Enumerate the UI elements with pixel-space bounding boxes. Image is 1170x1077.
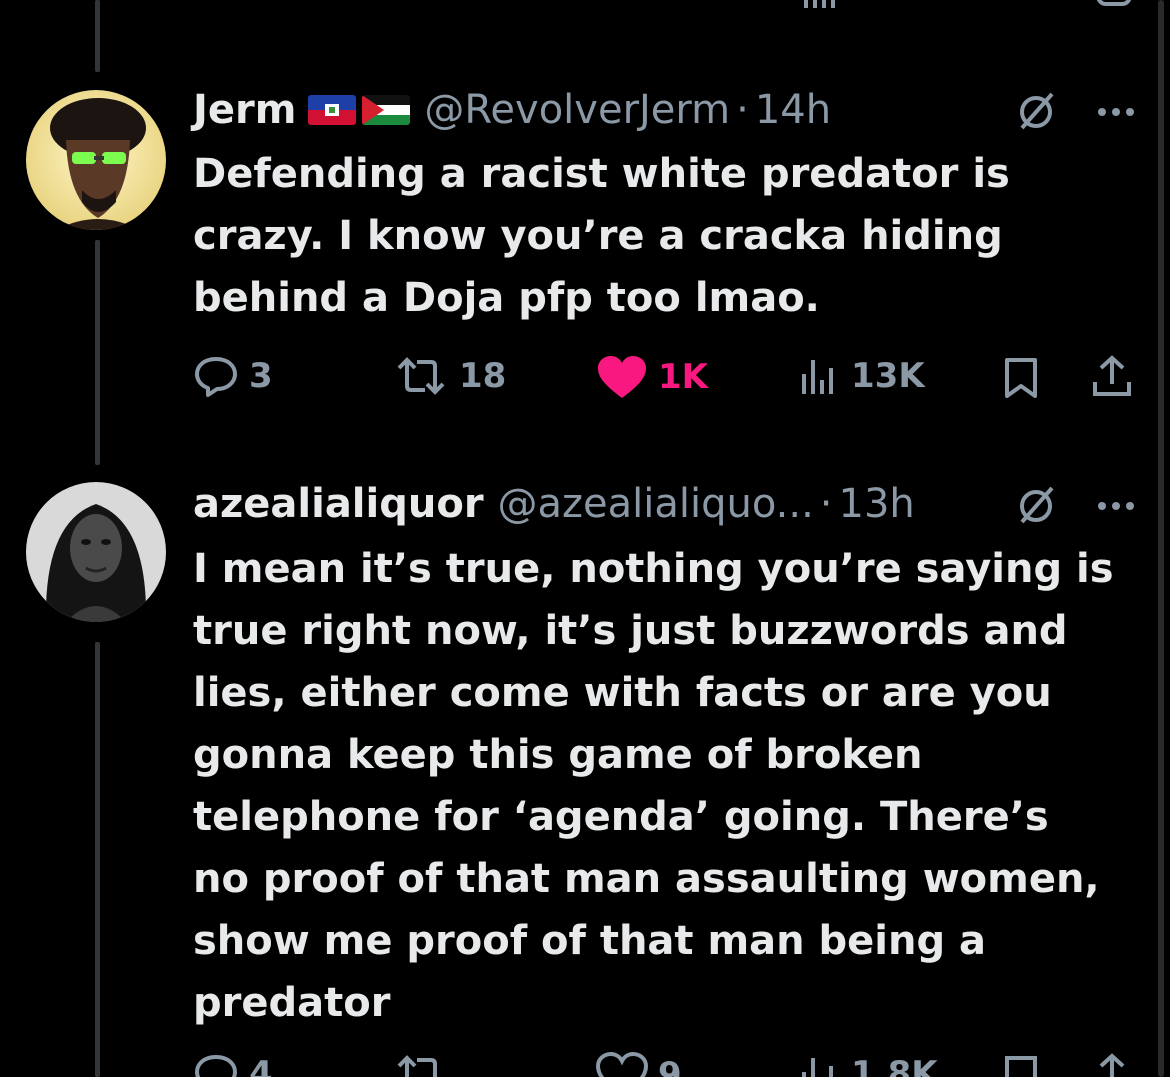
tweet-text-line: Defending a racist white predator is xyxy=(193,151,1010,197)
more-options-icon[interactable] xyxy=(1094,484,1138,528)
display-name[interactable]: Jerm xyxy=(193,87,296,133)
repost-icon xyxy=(397,357,445,395)
like-button[interactable]: 9 xyxy=(596,1052,682,1077)
tweet-text-line: no proof of that man assaulting women, xyxy=(193,856,1100,902)
tweet-header: Jerm @RevolverJerm · 14h xyxy=(193,80,831,140)
repost-button[interactable] xyxy=(393,1052,459,1077)
reply-button[interactable]: 3 xyxy=(193,354,273,398)
tweet-text-line: show me proof of that man being a xyxy=(193,918,987,964)
views-button[interactable]: 13K xyxy=(799,354,925,398)
repost-count: 18 xyxy=(459,356,507,396)
timestamp[interactable]: 14h xyxy=(755,87,831,133)
tweet-text: I mean it’s true, nothing you’re saying … xyxy=(193,538,1133,1034)
user-handle[interactable]: @azealialiquo... xyxy=(498,481,814,527)
views-icon xyxy=(802,360,833,394)
palestine-flag-icon xyxy=(362,95,411,125)
tweet-header: azealialiquor @azealialiquo... · 13h xyxy=(193,474,915,534)
like-button[interactable]: 1K xyxy=(596,354,708,400)
tweet[interactable]: Jerm @RevolverJerm · 14h Defending a rac… xyxy=(0,0,1170,470)
heart-icon xyxy=(596,1052,648,1077)
more-options-icon[interactable] xyxy=(1094,90,1138,134)
reply-count: 3 xyxy=(249,356,273,396)
view-count: 1.8K xyxy=(851,1054,938,1077)
heart-icon xyxy=(598,356,646,398)
haiti-flag-icon xyxy=(308,95,357,125)
grok-icon[interactable] xyxy=(1014,90,1058,134)
reply-icon xyxy=(194,1054,238,1077)
views-icon xyxy=(802,1058,833,1077)
user-handle[interactable]: @RevolverJerm xyxy=(424,87,730,133)
tweet-actions: 3 18 1K 13K xyxy=(193,348,1143,408)
tweet-text: Defending a racist white predator is cra… xyxy=(193,143,1133,329)
separator-dot: · xyxy=(819,481,833,527)
tweet-text-line: predator xyxy=(193,980,391,1026)
reply-count: 4 xyxy=(249,1054,273,1077)
separator-dot: · xyxy=(736,87,749,133)
avatar[interactable] xyxy=(26,482,166,622)
tweet-text-line: crazy. I know you’re a cracka hiding xyxy=(193,213,1003,259)
view-count: 13K xyxy=(851,356,925,396)
name-flags xyxy=(308,95,411,125)
timestamp[interactable]: 13h xyxy=(839,481,915,527)
tweet-text-line: I mean it’s true, nothing you’re saying … xyxy=(193,546,1114,592)
like-count: 9 xyxy=(658,1055,682,1077)
tweet-text-line: true right now, it’s just buzzwords and xyxy=(193,608,1068,654)
tweet-text-line: gonna keep this game of broken xyxy=(193,732,923,778)
tweet[interactable]: azealialiquor @azealialiquo... · 13h I m… xyxy=(0,470,1170,1077)
tweet-text-line: telephone for ‘agenda’ going. There’s xyxy=(193,794,1049,840)
tweet-text-line: lies, either come with facts or are you xyxy=(193,670,1052,716)
bookmark-icon[interactable] xyxy=(1001,356,1041,400)
share-icon[interactable] xyxy=(1089,354,1135,400)
tweet-text-line: behind a Doja pfp too lmao. xyxy=(193,275,820,321)
display-name[interactable]: azealialiquor xyxy=(193,481,484,527)
share-icon[interactable] xyxy=(1089,1052,1135,1077)
repost-button[interactable]: 18 xyxy=(393,354,506,398)
like-count: 1K xyxy=(658,357,709,397)
bookmark-icon[interactable] xyxy=(1001,1054,1041,1077)
views-button[interactable]: 1.8K xyxy=(799,1052,938,1077)
repost-icon xyxy=(397,1055,437,1077)
grok-icon[interactable] xyxy=(1014,484,1058,528)
tweet-actions: 4 9 1.8K xyxy=(193,1052,1143,1077)
avatar[interactable] xyxy=(26,90,166,230)
reply-button[interactable]: 4 xyxy=(193,1052,273,1077)
reply-icon xyxy=(195,357,237,397)
